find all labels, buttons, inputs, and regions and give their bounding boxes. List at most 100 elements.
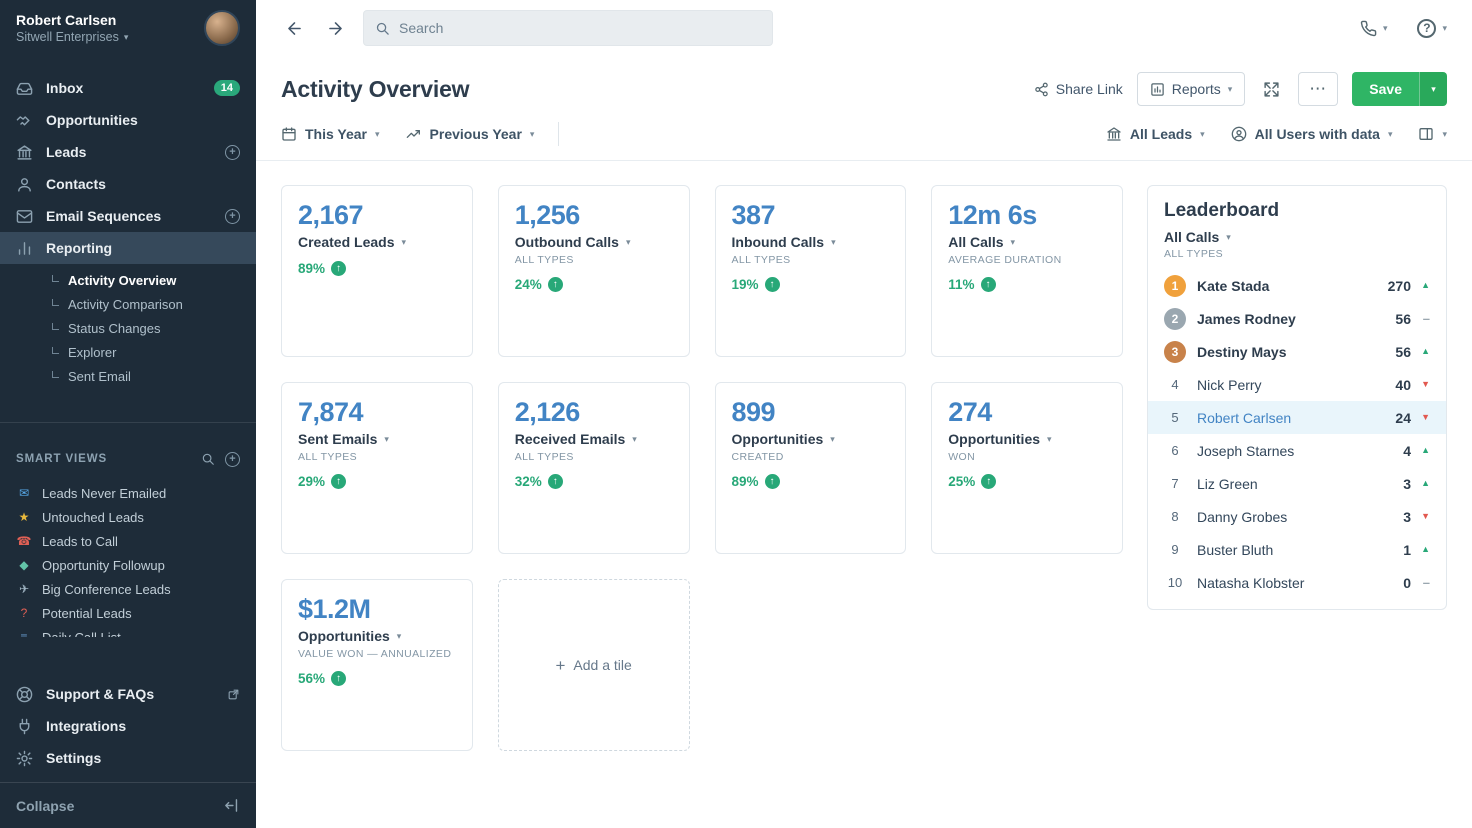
help-menu[interactable]: ? ▾ — [1417, 19, 1447, 38]
smart-view-opportunity-followup[interactable]: ◆ Opportunity Followup — [0, 553, 256, 577]
tile-all-calls-duration[interactable]: 12m 6s All Calls▾ AVERAGE DURATION 11%↑ — [931, 185, 1123, 357]
tile-opportunities-created[interactable]: 899 Opportunities▾ CREATED 89%↑ — [715, 382, 907, 554]
tile-metric-dropdown[interactable]: Created Leads▾ — [298, 234, 456, 250]
sidebar-item-settings[interactable]: Settings — [0, 742, 256, 774]
search-input[interactable] — [399, 20, 761, 36]
leaderboard-row-current-user[interactable]: 5 Robert Carlsen 24 — [1148, 401, 1446, 434]
forward-button[interactable] — [322, 15, 349, 42]
leaderboard-row[interactable]: 4 Nick Perry 40 — [1148, 368, 1446, 401]
search-bar[interactable] — [363, 10, 773, 46]
tile-opportunities-value-won[interactable]: $1.2M Opportunities▾ VALUE WON — ANNUALI… — [281, 579, 473, 751]
subnav-item-status-changes[interactable]: Status Changes — [0, 316, 256, 340]
tile-metric-dropdown[interactable]: Received Emails▾ — [515, 431, 673, 447]
calendar-icon — [281, 126, 297, 142]
main-area: ▾ ? ▾ Activity Overview Share Link Repor… — [256, 0, 1472, 828]
tile-metric-dropdown[interactable]: Inbound Calls▾ — [732, 234, 890, 250]
comparison-filter[interactable]: Previous Year ▾ — [406, 126, 535, 142]
sidebar-item-opportunities[interactable]: Opportunities — [0, 104, 256, 136]
smart-view-potential-leads[interactable]: ? Potential Leads — [0, 601, 256, 625]
tile-label: Outbound Calls — [515, 234, 619, 250]
leaderboard-row[interactable]: 7 Liz Green 3 — [1148, 467, 1446, 500]
tile-metric-dropdown[interactable]: Opportunities▾ — [732, 431, 890, 447]
save-dropdown-button[interactable]: ▾ — [1419, 72, 1447, 106]
org-switcher[interactable]: Sitwell Enterprises ▾ — [16, 30, 128, 44]
leaderboard-row[interactable]: 10 Natasha Klobster 0 — [1148, 566, 1446, 599]
leaderboard-row[interactable]: 9 Buster Bluth 1 — [1148, 533, 1446, 566]
subnav-item-explorer[interactable]: Explorer — [0, 340, 256, 364]
leaderboard-row[interactable]: 6 Joseph Starnes 4 — [1148, 434, 1446, 467]
user-menu[interactable]: Robert Carlsen Sitwell Enterprises ▾ — [0, 0, 256, 56]
smart-view-big-conference-leads[interactable]: ✈ Big Conference Leads — [0, 577, 256, 601]
up-arrow-icon: ↑ — [548, 474, 563, 489]
date-range-filter[interactable]: This Year ▾ — [281, 126, 380, 142]
tile-outbound-calls[interactable]: 1,256 Outbound Calls▾ ALL TYPES 24%↑ — [498, 185, 690, 357]
arrow-left-icon — [285, 19, 304, 38]
smart-view-leads-to-call[interactable]: ☎ Leads to Call — [0, 529, 256, 553]
sidebar-item-support[interactable]: Support & FAQs — [0, 678, 256, 710]
leaderboard-metric-dropdown[interactable]: All Calls ▾ — [1164, 229, 1430, 245]
user-name: Robert Carlsen — [16, 12, 128, 28]
sidebar-item-email-sequences[interactable]: Email Sequences + — [0, 200, 256, 232]
sidebar-item-leads[interactable]: Leads + — [0, 136, 256, 168]
sidebar-item-inbox[interactable]: Inbox 14 — [0, 72, 256, 104]
tile-received-emails[interactable]: 2,126 Received Emails▾ ALL TYPES 32%↑ — [498, 382, 690, 554]
subnav-item-activity-overview[interactable]: Activity Overview — [0, 268, 256, 292]
elbow-icon — [52, 299, 59, 306]
chevron-down-icon: ▾ — [1047, 435, 1052, 444]
tile-opportunities-won[interactable]: 274 Opportunities▾ WON 25%↑ — [931, 382, 1123, 554]
leaderboard-row[interactable]: 1 Kate Stada 270 — [1148, 269, 1446, 302]
tile-metric-dropdown[interactable]: Sent Emails▾ — [298, 431, 456, 447]
nav-label: Inbox — [46, 80, 83, 96]
add-lead-icon[interactable]: + — [225, 145, 240, 160]
tile-metric-dropdown[interactable]: All Calls▾ — [948, 234, 1106, 250]
phone-menu[interactable]: ▾ — [1360, 20, 1388, 37]
elbow-icon — [52, 275, 59, 282]
users-filter[interactable]: All Users with data ▾ — [1231, 126, 1393, 142]
tile-metric-dropdown[interactable]: Opportunities▾ — [298, 628, 456, 644]
add-sequence-icon[interactable]: + — [225, 209, 240, 224]
users-filter-label: All Users with data — [1255, 126, 1380, 142]
add-tile-button[interactable]: + Add a tile — [498, 579, 690, 751]
delta-value: 32% — [515, 474, 542, 489]
share-link-button[interactable]: Share Link — [1034, 81, 1123, 97]
tile-label: Received Emails — [515, 431, 626, 447]
back-button[interactable] — [281, 15, 308, 42]
reports-button[interactable]: Reports ▾ — [1137, 72, 1246, 106]
sidebar-item-contacts[interactable]: Contacts — [0, 168, 256, 200]
leaderboard-row[interactable]: 8 Danny Grobes 3 — [1148, 500, 1446, 533]
fullscreen-button[interactable] — [1259, 77, 1284, 102]
tile-metric-dropdown[interactable]: Opportunities▾ — [948, 431, 1106, 447]
layout-toggle[interactable]: ▾ — [1418, 126, 1447, 142]
more-options-button[interactable]: ⋯ — [1298, 72, 1338, 106]
smart-view-daily-call-list[interactable]: ≡ Daily Call List — [0, 625, 256, 637]
leads-filter[interactable]: All Leads ▾ — [1106, 126, 1205, 142]
avatar[interactable] — [204, 10, 240, 46]
sidebar-item-reporting[interactable]: Reporting — [0, 232, 256, 264]
chevron-down-icon: ▾ — [397, 632, 402, 641]
collapse-sidebar-button[interactable]: Collapse — [0, 782, 256, 828]
tile-inbound-calls[interactable]: 387 Inbound Calls▾ ALL TYPES 19%↑ — [715, 185, 907, 357]
up-arrow-icon: ↑ — [331, 474, 346, 489]
search-icon[interactable] — [201, 452, 215, 466]
leaderboard-row[interactable]: 3 Destiny Mays 56 — [1148, 335, 1446, 368]
delta-value: 25% — [948, 474, 975, 489]
save-button[interactable]: Save — [1352, 72, 1419, 106]
trend-icon — [1418, 281, 1430, 290]
leaderboard-value: 3 — [1403, 476, 1411, 492]
tile-sent-emails[interactable]: 7,874 Sent Emails▾ ALL TYPES 29%↑ — [281, 382, 473, 554]
smart-view-untouched-leads[interactable]: ★ Untouched Leads — [0, 505, 256, 529]
subnav-item-sent-email[interactable]: Sent Email — [0, 364, 256, 388]
lifebuoy-icon — [16, 686, 33, 703]
add-smart-view-icon[interactable]: + — [225, 452, 240, 467]
footer-label: Settings — [46, 750, 101, 766]
leaderboard-row[interactable]: 2 James Rodney 56 — [1148, 302, 1446, 335]
chevron-down-icon: ▾ — [1388, 130, 1393, 139]
tile-metric-dropdown[interactable]: Outbound Calls▾ — [515, 234, 673, 250]
chevron-down-icon: ▾ — [375, 130, 380, 139]
subnav-item-activity-comparison[interactable]: Activity Comparison — [0, 292, 256, 316]
sidebar-item-integrations[interactable]: Integrations — [0, 710, 256, 742]
tile-value: 1,256 — [515, 200, 673, 231]
smart-view-label: Untouched Leads — [42, 510, 144, 525]
tile-created-leads[interactable]: 2,167 Created Leads▾ 89%↑ — [281, 185, 473, 357]
smart-view-leads-never-emailed[interactable]: ✉ Leads Never Emailed — [0, 481, 256, 505]
